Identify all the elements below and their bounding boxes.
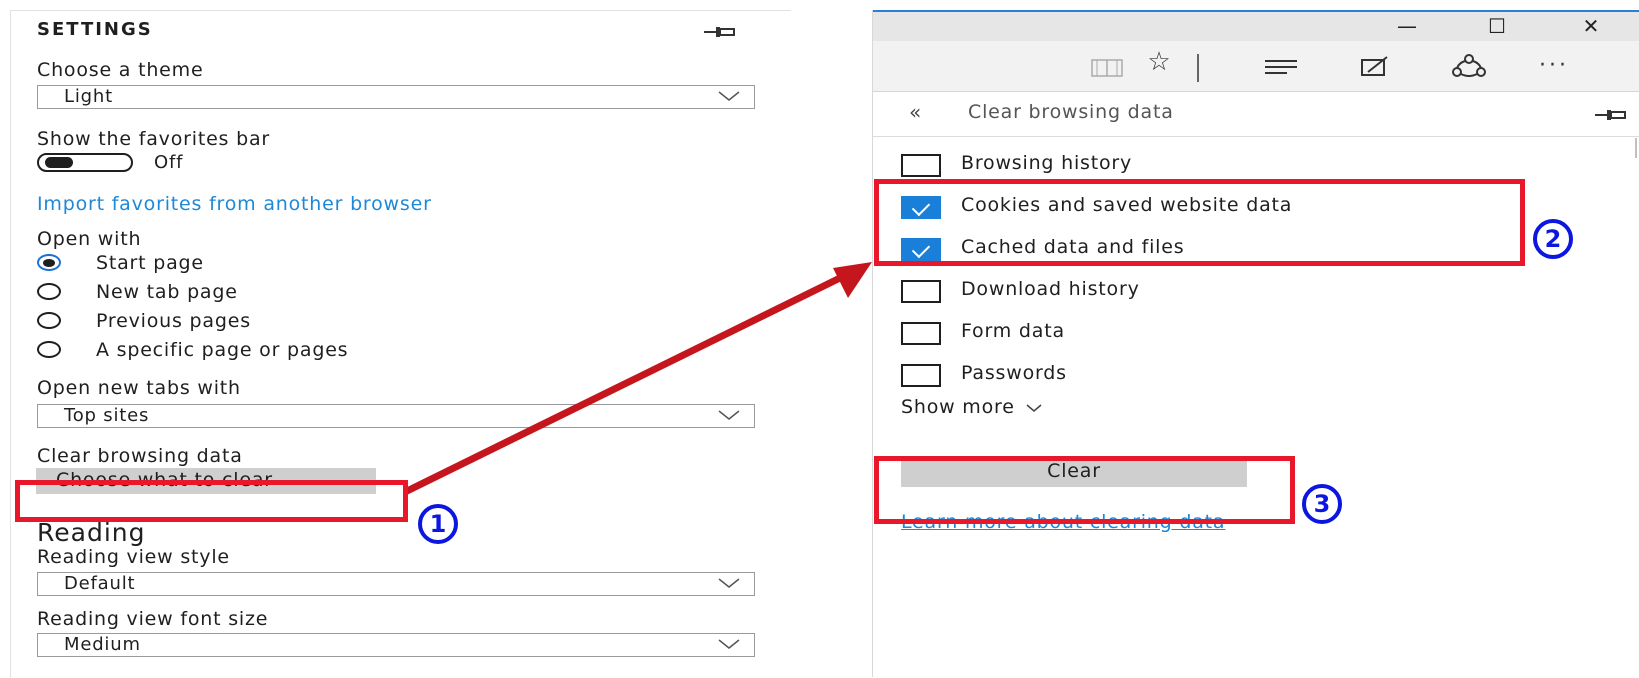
step2-badge: 2 (1533, 219, 1573, 259)
highlight-box-step1 (15, 480, 408, 522)
highlight-box-step3 (874, 456, 1295, 524)
step1-badge: 1 (418, 504, 458, 544)
step3-badge: 3 (1302, 484, 1342, 524)
annotation-arrow (403, 262, 872, 496)
highlight-box-step2 (874, 179, 1525, 266)
